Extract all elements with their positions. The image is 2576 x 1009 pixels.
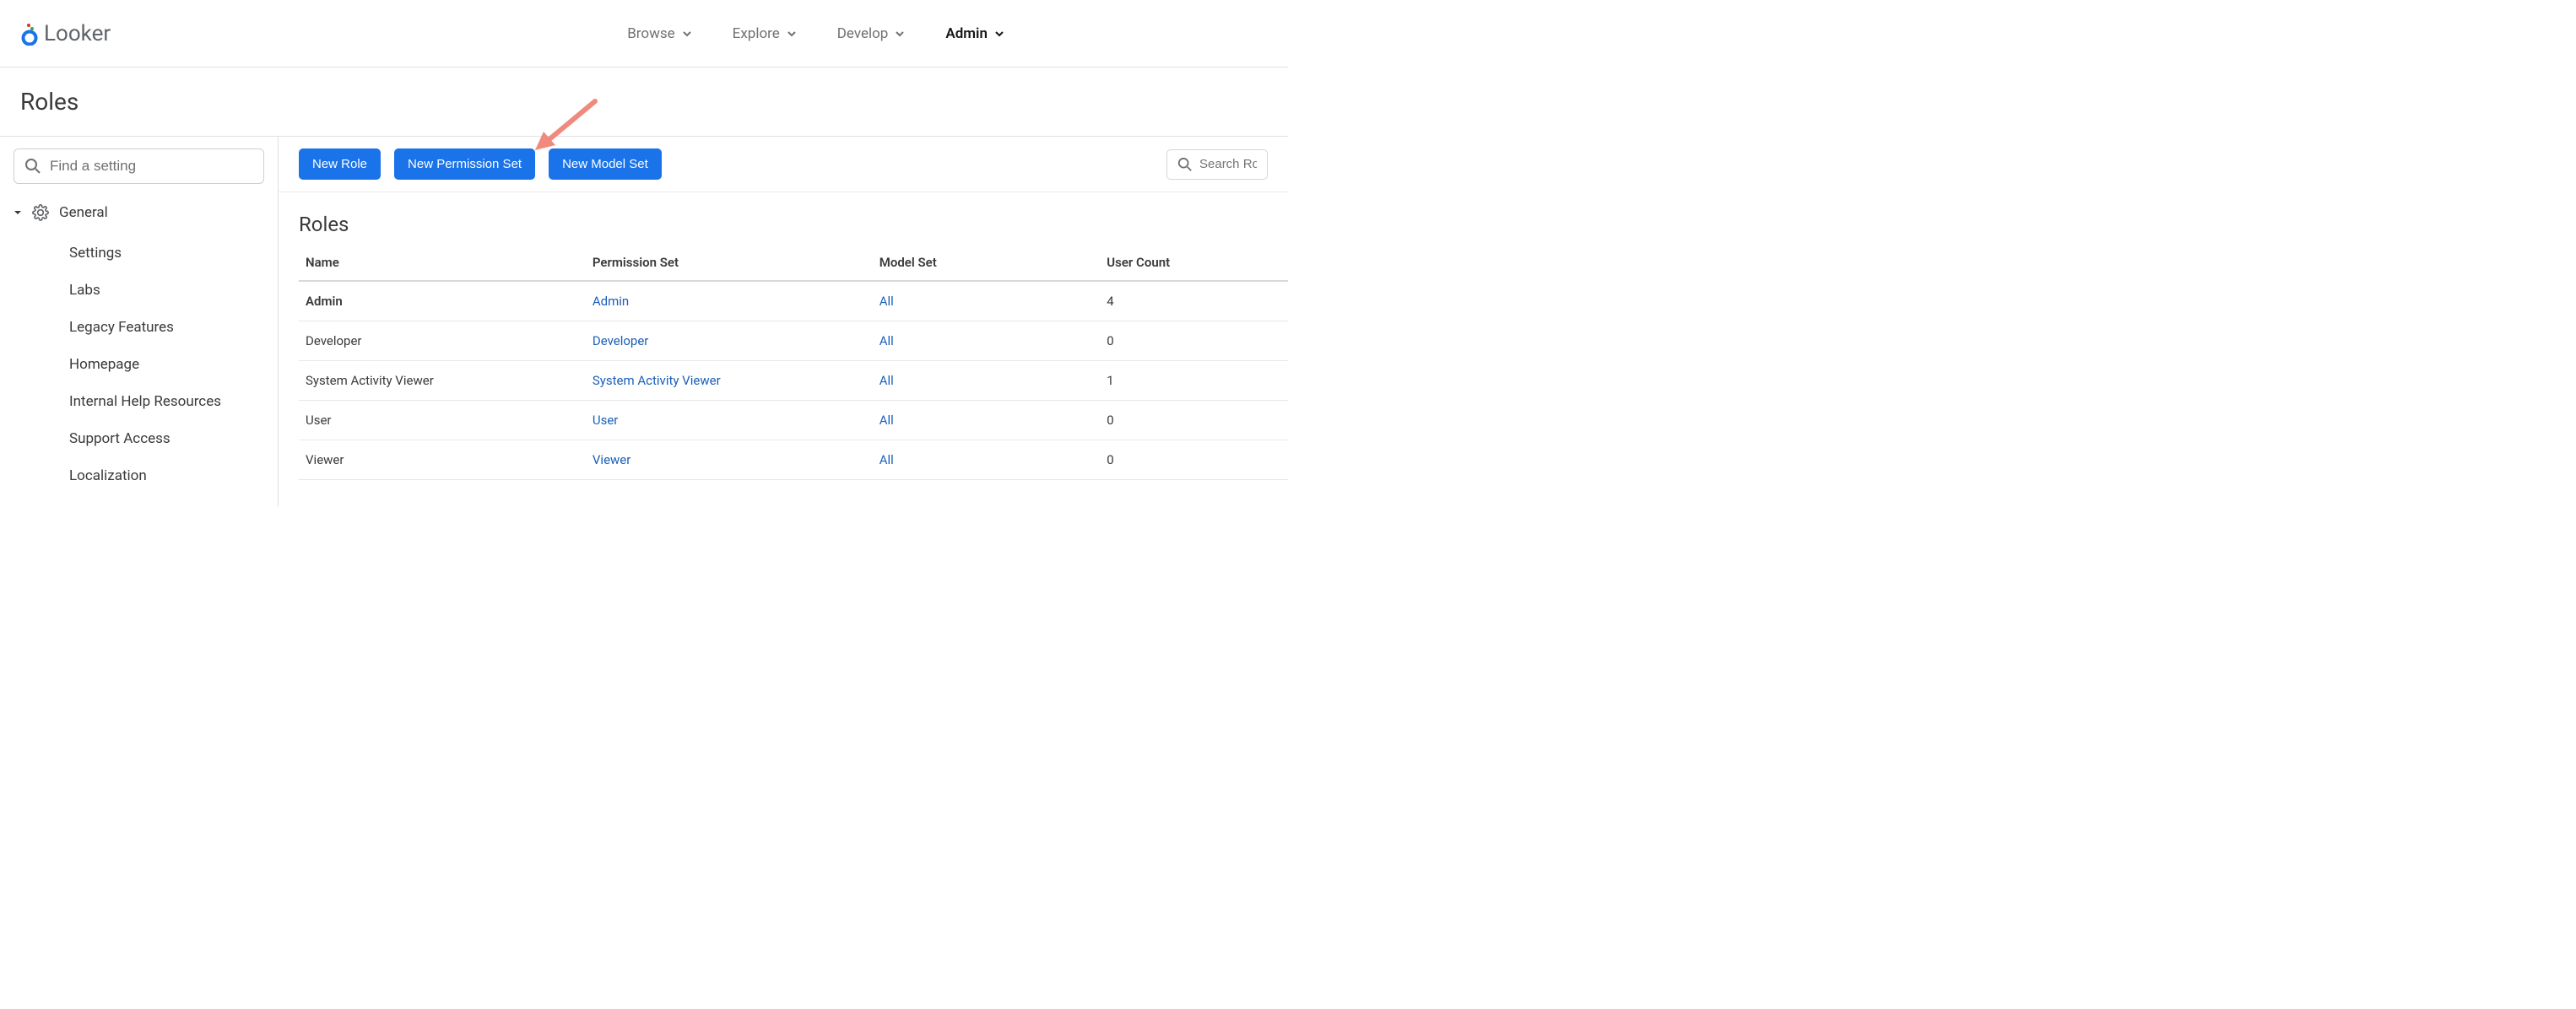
- sidebar-items: Settings Labs Legacy Features Homepage I…: [14, 235, 264, 494]
- chevron-down-icon: [682, 29, 692, 39]
- col-user-count[interactable]: User Count: [1100, 245, 1288, 281]
- sidebar-group-general[interactable]: General: [14, 199, 264, 226]
- nav-browse[interactable]: Browse: [627, 25, 691, 42]
- page-title-bar: Roles: [0, 67, 1288, 137]
- search-input[interactable]: [50, 158, 253, 175]
- main-content: New Role New Permission Set New Model Se…: [279, 137, 1288, 506]
- role-name: Viewer: [299, 440, 586, 480]
- permission-set-link[interactable]: Viewer: [593, 452, 630, 467]
- permission-set-link[interactable]: System Activity Viewer: [593, 373, 721, 388]
- model-set-link[interactable]: All: [879, 333, 894, 348]
- new-model-set-button[interactable]: New Model Set: [549, 148, 662, 180]
- new-role-button[interactable]: New Role: [299, 148, 381, 180]
- user-count: 0: [1100, 440, 1288, 480]
- table-row[interactable]: Viewer Viewer All 0: [299, 440, 1288, 480]
- nav-explore[interactable]: Explore: [733, 25, 797, 42]
- chevron-down-icon: [895, 29, 905, 39]
- nav-label: Browse: [627, 25, 674, 42]
- role-name: Developer: [299, 321, 586, 361]
- col-permission-set[interactable]: Permission Set: [586, 245, 873, 281]
- sidebar: General Settings Labs Legacy Features Ho…: [0, 137, 279, 506]
- body: General Settings Labs Legacy Features Ho…: [0, 137, 1288, 506]
- sidebar-item-support-access[interactable]: Support Access: [69, 420, 264, 457]
- model-set-link[interactable]: All: [879, 452, 894, 467]
- caret-down-icon: [14, 208, 22, 217]
- nav-items: Browse Explore Develop Admin: [374, 25, 1004, 42]
- table-row[interactable]: Developer Developer All 0: [299, 321, 1288, 361]
- role-name: System Activity Viewer: [299, 361, 586, 401]
- model-set-link[interactable]: All: [879, 413, 894, 428]
- nav-label: Explore: [733, 25, 780, 42]
- sidebar-group-label: General: [59, 204, 108, 221]
- user-count: 0: [1100, 401, 1288, 440]
- search-roles[interactable]: [1166, 149, 1268, 180]
- page-title: Roles: [20, 88, 1268, 116]
- role-name: Admin: [299, 281, 586, 321]
- table-row[interactable]: Admin Admin All 4: [299, 281, 1288, 321]
- table-row[interactable]: System Activity Viewer System Activity V…: [299, 361, 1288, 401]
- top-nav: Looker Browse Explore Develop Admin: [0, 0, 1288, 67]
- brand-logo[interactable]: Looker: [20, 21, 111, 46]
- table-row[interactable]: User User All 0: [299, 401, 1288, 440]
- nav-label: Develop: [837, 25, 889, 42]
- col-model-set[interactable]: Model Set: [873, 245, 1101, 281]
- sidebar-item-homepage[interactable]: Homepage: [69, 346, 264, 383]
- section-title: Roles: [279, 192, 1288, 245]
- search-roles-input[interactable]: [1199, 157, 1257, 171]
- user-count: 0: [1100, 321, 1288, 361]
- nav-admin[interactable]: Admin: [945, 25, 1004, 42]
- sidebar-item-localization[interactable]: Localization: [69, 457, 264, 494]
- roles-table: Name Permission Set Model Set User Count…: [299, 245, 1288, 480]
- user-count: 1: [1100, 361, 1288, 401]
- model-set-link[interactable]: All: [879, 294, 894, 309]
- looker-logo-icon: [20, 22, 39, 46]
- new-permission-set-button[interactable]: New Permission Set: [394, 148, 535, 180]
- chevron-down-icon: [787, 29, 797, 39]
- sidebar-item-legacy-features[interactable]: Legacy Features: [69, 309, 264, 346]
- col-name[interactable]: Name: [299, 245, 586, 281]
- chevron-down-icon: [994, 29, 1004, 39]
- permission-set-link[interactable]: Developer: [593, 333, 649, 348]
- nav-develop[interactable]: Develop: [837, 25, 906, 42]
- user-count: 4: [1100, 281, 1288, 321]
- search-icon: [1177, 157, 1193, 172]
- role-name: User: [299, 401, 586, 440]
- permission-set-link[interactable]: User: [593, 413, 619, 428]
- search-icon: [24, 158, 41, 175]
- sidebar-search[interactable]: [14, 148, 264, 184]
- nav-label: Admin: [945, 25, 988, 42]
- gear-icon: [32, 204, 49, 221]
- action-bar: New Role New Permission Set New Model Se…: [279, 137, 1288, 192]
- sidebar-item-labs[interactable]: Labs: [69, 272, 264, 309]
- permission-set-link[interactable]: Admin: [593, 294, 629, 309]
- model-set-link[interactable]: All: [879, 373, 894, 388]
- brand-name: Looker: [44, 21, 111, 46]
- sidebar-item-internal-help-resources[interactable]: Internal Help Resources: [69, 383, 264, 420]
- table-header-row: Name Permission Set Model Set User Count: [299, 245, 1288, 281]
- sidebar-item-settings[interactable]: Settings: [69, 235, 264, 272]
